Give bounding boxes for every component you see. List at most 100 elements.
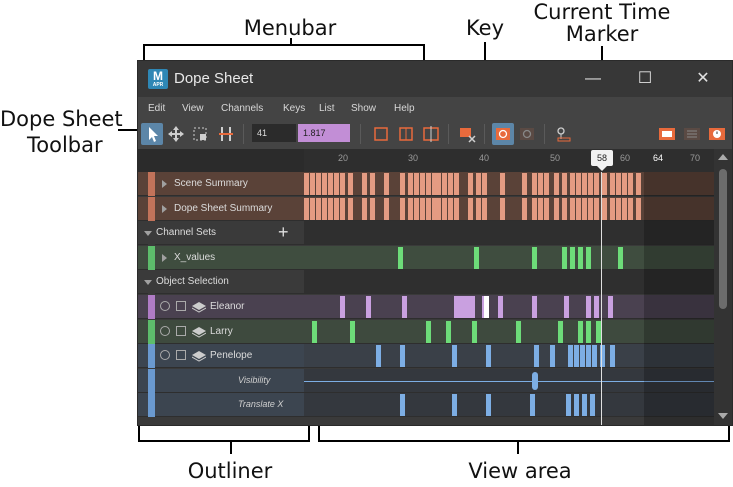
delete-keys-icon[interactable] [456,123,478,145]
outliner-row[interactable]: Translate X [138,393,304,418]
keyframe[interactable] [448,197,453,220]
keyframe[interactable] [550,345,555,368]
keyframe[interactable] [400,394,405,417]
collapse-arrow-icon[interactable] [162,180,167,188]
expand-circle-icon[interactable] [160,301,170,311]
keyframe[interactable] [370,173,375,195]
keyframe[interactable] [468,173,473,195]
keyframe[interactable] [636,173,641,195]
keyframe[interactable] [622,173,627,195]
maximize-icon[interactable]: ☐ [630,67,660,91]
menu-keys[interactable]: Keys [283,103,305,114]
keyframe[interactable] [400,197,405,220]
scroll-thumb[interactable] [719,169,727,309]
keyframe[interactable] [310,173,315,195]
timeline-ruler[interactable]: 20 30 40 50 60 64 70 [304,149,714,172]
keyframe[interactable] [500,173,505,195]
keyframe[interactable] [322,173,327,195]
insert-keys-icon[interactable] [215,123,237,145]
keyframe[interactable] [594,173,599,195]
menu-channels[interactable]: Channels [221,103,263,114]
minimize-icon[interactable]: — [578,67,608,91]
keyframe[interactable] [562,197,567,220]
keyframe[interactable] [476,173,481,195]
keyframe[interactable] [566,394,571,417]
keyframe[interactable] [532,296,537,318]
outliner-row[interactable]: Larry [138,319,304,344]
keyframe[interactable] [610,173,615,195]
keyframe[interactable] [538,173,543,195]
keyframe[interactable] [544,197,549,220]
keyframe[interactable] [436,173,441,195]
keyframe[interactable] [608,296,613,318]
keyframe[interactable] [570,246,575,269]
keyframe[interactable] [442,197,447,220]
outliner-row[interactable]: Object Selection [138,270,304,295]
center-current-time-icon[interactable] [420,123,442,145]
keyframe[interactable] [408,197,413,220]
outliner-row[interactable]: Channel Sets + [138,221,304,246]
keyframe[interactable] [482,173,487,195]
collapse-arrow-icon[interactable] [162,204,167,213]
keyframe[interactable] [470,296,475,318]
keyframe[interactable] [578,320,583,343]
keyframe[interactable] [602,173,607,195]
keyframe[interactable] [570,173,575,195]
hierarchy-view-icon[interactable] [681,123,703,145]
keyframe[interactable] [362,173,367,195]
keyframe[interactable] [446,320,451,343]
keyframe[interactable] [420,197,425,220]
menu-edit[interactable]: Edit [148,103,165,114]
keyframe[interactable] [574,345,579,368]
scroll-up-icon[interactable] [718,154,728,160]
keyframe[interactable] [564,296,569,318]
keyframe[interactable] [348,197,353,220]
collapse-arrow-icon[interactable] [162,253,167,262]
select-tool-icon[interactable] [141,123,163,145]
current-time-marker[interactable]: 58 [591,150,613,171]
keyframe[interactable] [580,345,585,368]
keyframe[interactable] [454,173,459,195]
keyframe[interactable] [610,197,615,220]
keyframe[interactable] [586,345,591,368]
scale-tool-icon[interactable] [189,123,211,145]
outliner-row[interactable]: Eleanor [138,295,304,319]
menu-help[interactable]: Help [394,103,415,114]
keyframe[interactable] [452,394,457,417]
sync-timeline-icon[interactable] [492,123,514,145]
expand-arrow-icon[interactable] [144,280,152,286]
keyframe[interactable] [554,173,559,195]
menu-view[interactable]: View [182,103,204,114]
move-tool-icon[interactable] [165,123,187,145]
current-frame-field[interactable]: 41 [252,124,296,142]
keyframe[interactable] [544,173,549,195]
keyframe[interactable] [472,320,477,343]
keyframe[interactable] [616,173,621,195]
expand-box-icon[interactable] [176,350,186,361]
keyframe[interactable] [532,197,537,220]
sync-graph-editor-icon[interactable] [516,123,538,145]
keyframe[interactable] [574,394,579,417]
keyframe[interactable] [586,320,591,343]
frame-all-icon[interactable] [370,123,392,145]
summary-view-icon[interactable] [656,123,678,145]
keyframe[interactable] [340,173,345,195]
close-icon[interactable]: ✕ [688,67,718,91]
keyframe[interactable] [436,197,441,220]
keyframe[interactable] [532,246,537,269]
keyframe[interactable] [522,173,527,195]
keyframe[interactable] [516,320,521,343]
keyframe[interactable] [426,320,431,343]
time-view-icon[interactable] [706,123,728,145]
keyframe[interactable] [576,173,581,195]
keyframe[interactable] [628,173,633,195]
keyframe[interactable] [420,173,425,195]
keyframe[interactable] [636,197,641,220]
keyframe[interactable] [414,173,419,195]
keyframe[interactable] [582,197,587,220]
keyframe[interactable] [482,197,487,220]
channel-ruler-icon[interactable] [552,123,574,145]
keyframe[interactable] [554,197,559,220]
vertical-scrollbar[interactable] [714,149,732,425]
keyframe[interactable] [312,320,317,343]
